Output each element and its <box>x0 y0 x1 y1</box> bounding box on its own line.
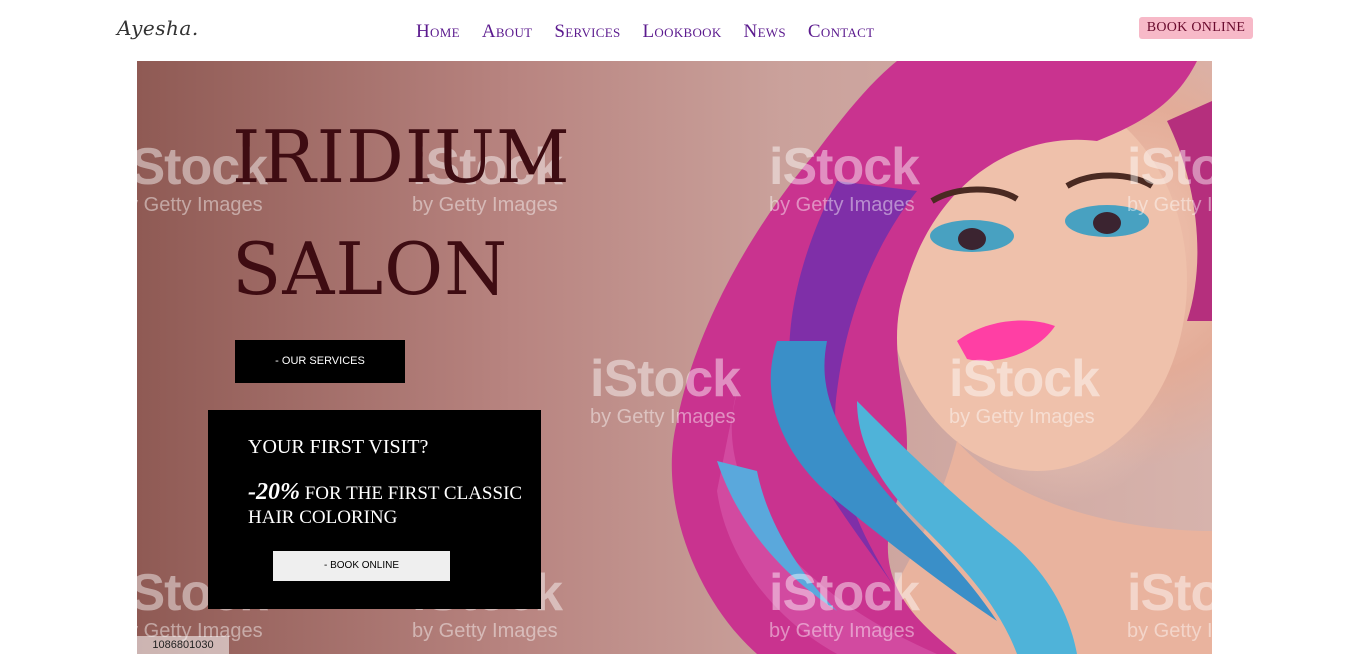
nav-news[interactable]: News <box>744 19 786 45</box>
promo-discount: -20% <box>248 479 300 505</box>
promo-offer: -20% FOR THE FIRST CLASSIC HAIR COLORING <box>248 480 528 530</box>
nav-services[interactable]: Services <box>554 19 620 45</box>
nav-about[interactable]: About <box>482 19 533 45</box>
watermark: iStockby Getty Images <box>1127 564 1212 642</box>
nav-lookbook[interactable]: Lookbook <box>643 19 722 45</box>
watermark: iStockby Getty Images <box>949 350 1100 428</box>
first-visit-promo: YOUR FIRST VISIT? -20% FOR THE FIRST CLA… <box>208 410 541 609</box>
watermark: iStockby Getty Images <box>769 138 920 216</box>
hero-title: IRIDIUM SALON <box>232 101 571 325</box>
promo-question: YOUR FIRST VISIT? <box>248 436 429 458</box>
hero-title-line1: IRIDIUM <box>232 115 571 199</box>
our-services-button[interactable]: - OUR SERVICES <box>235 340 405 383</box>
nav-contact[interactable]: Contact <box>808 19 874 45</box>
promo-book-online-button[interactable]: - BOOK ONLINE <box>273 551 450 581</box>
main-nav: Home About Services Lookbook News Contac… <box>416 19 874 45</box>
nav-home[interactable]: Home <box>416 19 460 45</box>
hero-title-line2: SALON <box>232 227 509 311</box>
watermark: iStockby Getty Images <box>769 564 920 642</box>
watermark: iStockby Getty Images <box>590 350 741 428</box>
watermark: iStockby Getty Images <box>1127 138 1212 216</box>
stock-image-id: 1086801030 <box>137 636 229 654</box>
brand-logo[interactable]: Ayesha. <box>117 16 199 40</box>
hero-banner: iStockby Getty Images iStockby Getty Ima… <box>137 61 1212 654</box>
book-online-button[interactable]: BOOK ONLINE <box>1139 17 1253 39</box>
